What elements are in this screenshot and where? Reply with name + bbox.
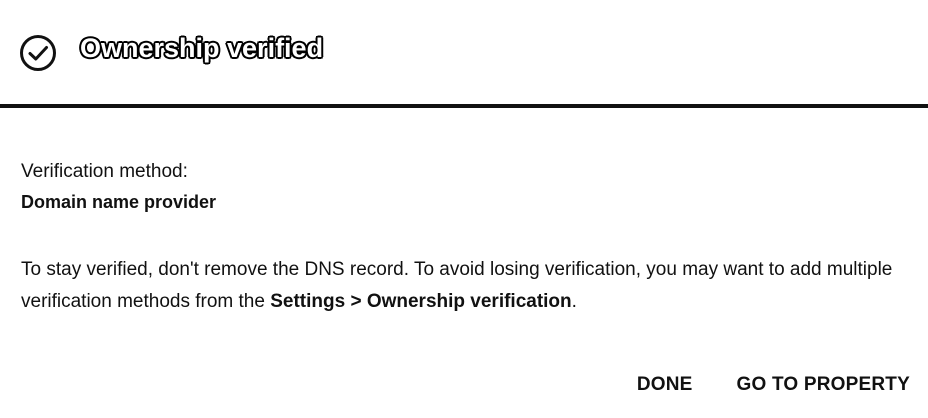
- ownership-verified-dialog: Ownership verified Verification method: …: [0, 0, 928, 418]
- settings-ownership-verification-reference: Settings > Ownership verification: [270, 291, 572, 312]
- dialog-body: Verification method: Domain name provide…: [21, 160, 911, 318]
- go-to-property-button[interactable]: GO TO PROPERTY: [737, 372, 910, 398]
- info-text-after: .: [571, 291, 577, 312]
- check-circle-icon: [20, 35, 56, 71]
- dialog-title: Ownership verified: [80, 33, 324, 63]
- dialog-actions: DONE GO TO PROPERTY: [637, 372, 910, 398]
- verification-method-value: Domain name provider: [21, 192, 217, 212]
- dialog-header: Ownership verified: [0, 0, 928, 108]
- done-button[interactable]: DONE: [637, 372, 693, 398]
- verification-info-text: To stay verified, don't remove the DNS r…: [21, 254, 911, 318]
- verification-method-label: Verification method:: [21, 161, 188, 182]
